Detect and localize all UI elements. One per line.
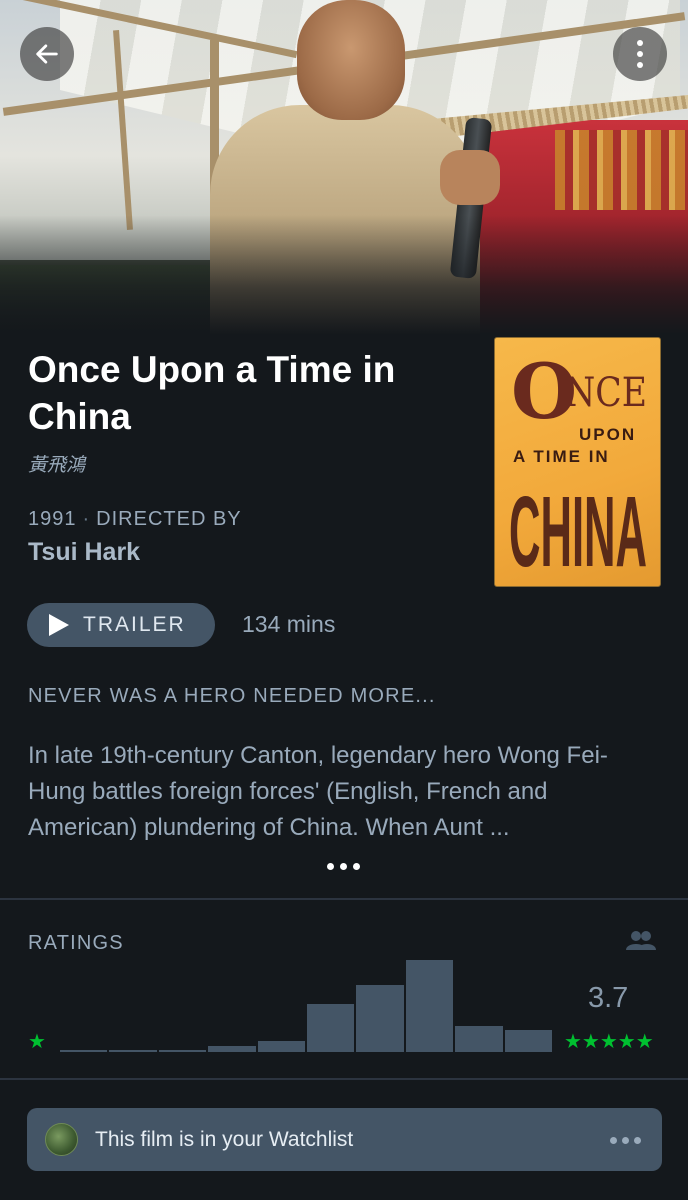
histogram-bar[interactable]	[60, 1050, 108, 1052]
ratings-title: RATINGS	[28, 932, 124, 954]
histogram-bar[interactable]	[405, 960, 454, 1052]
people-icon[interactable]	[626, 930, 656, 952]
watchlist-banner[interactable]: This film is in your Watchlist	[27, 1108, 662, 1171]
more-horizontal-icon[interactable]	[610, 1137, 641, 1144]
poster-china: CHINA	[509, 476, 647, 587]
histogram-bar[interactable]	[455, 1026, 503, 1052]
arrow-left-icon	[36, 44, 58, 64]
film-title: Once Upon a Time in China	[28, 349, 396, 437]
one-star-icon: ★	[28, 1031, 46, 1053]
divider	[0, 898, 688, 900]
more-options-button[interactable]	[613, 27, 667, 81]
tagline: NEVER WAS A HERO NEEDED MORE...	[28, 685, 436, 707]
release-year[interactable]: 1991	[28, 508, 77, 530]
histogram-bar[interactable]	[109, 1050, 157, 1052]
film-poster[interactable]: O NCE UPON A TIME IN CHINA	[494, 337, 661, 587]
ratings-histogram[interactable]	[60, 960, 552, 1052]
histogram-bar[interactable]	[356, 985, 404, 1052]
divider	[0, 1078, 688, 1080]
backdrop-image	[0, 0, 688, 335]
histogram-bar[interactable]	[208, 1046, 256, 1052]
histogram-bar[interactable]	[158, 1050, 207, 1052]
watchlist-text: This film is in your Watchlist	[95, 1128, 354, 1151]
directed-by-label: DIRECTED BY	[96, 508, 242, 530]
average-rating[interactable]: 3.7	[588, 982, 628, 1015]
original-title: 黃飛鴻	[28, 454, 86, 476]
back-button[interactable]	[20, 27, 74, 81]
poster-a-time-in: A TIME IN	[513, 447, 610, 466]
trailer-label: TRAILER	[83, 613, 186, 636]
more-vertical-icon	[637, 40, 643, 68]
histogram-bar[interactable]	[257, 1041, 305, 1052]
director-link[interactable]: Tsui Hark	[28, 538, 140, 567]
film-meta: 1991 · DIRECTED BY	[28, 508, 242, 530]
poster-once-rest: NCE	[565, 370, 647, 416]
synopsis[interactable]: In late 19th-century Canton, legendary h…	[28, 738, 658, 846]
five-stars-icon: ★★★★★	[564, 1031, 654, 1053]
expand-synopsis-button[interactable]	[327, 863, 360, 870]
play-icon	[49, 614, 69, 636]
histogram-bar[interactable]	[307, 1004, 355, 1052]
avatar	[45, 1123, 78, 1156]
runtime: 134 mins	[242, 611, 336, 637]
poster-upon: UPON	[579, 425, 636, 444]
trailer-button[interactable]: TRAILER	[27, 603, 215, 647]
histogram-bar[interactable]	[504, 1030, 552, 1052]
poster-art: O NCE UPON A TIME IN CHINA	[509, 347, 647, 587]
